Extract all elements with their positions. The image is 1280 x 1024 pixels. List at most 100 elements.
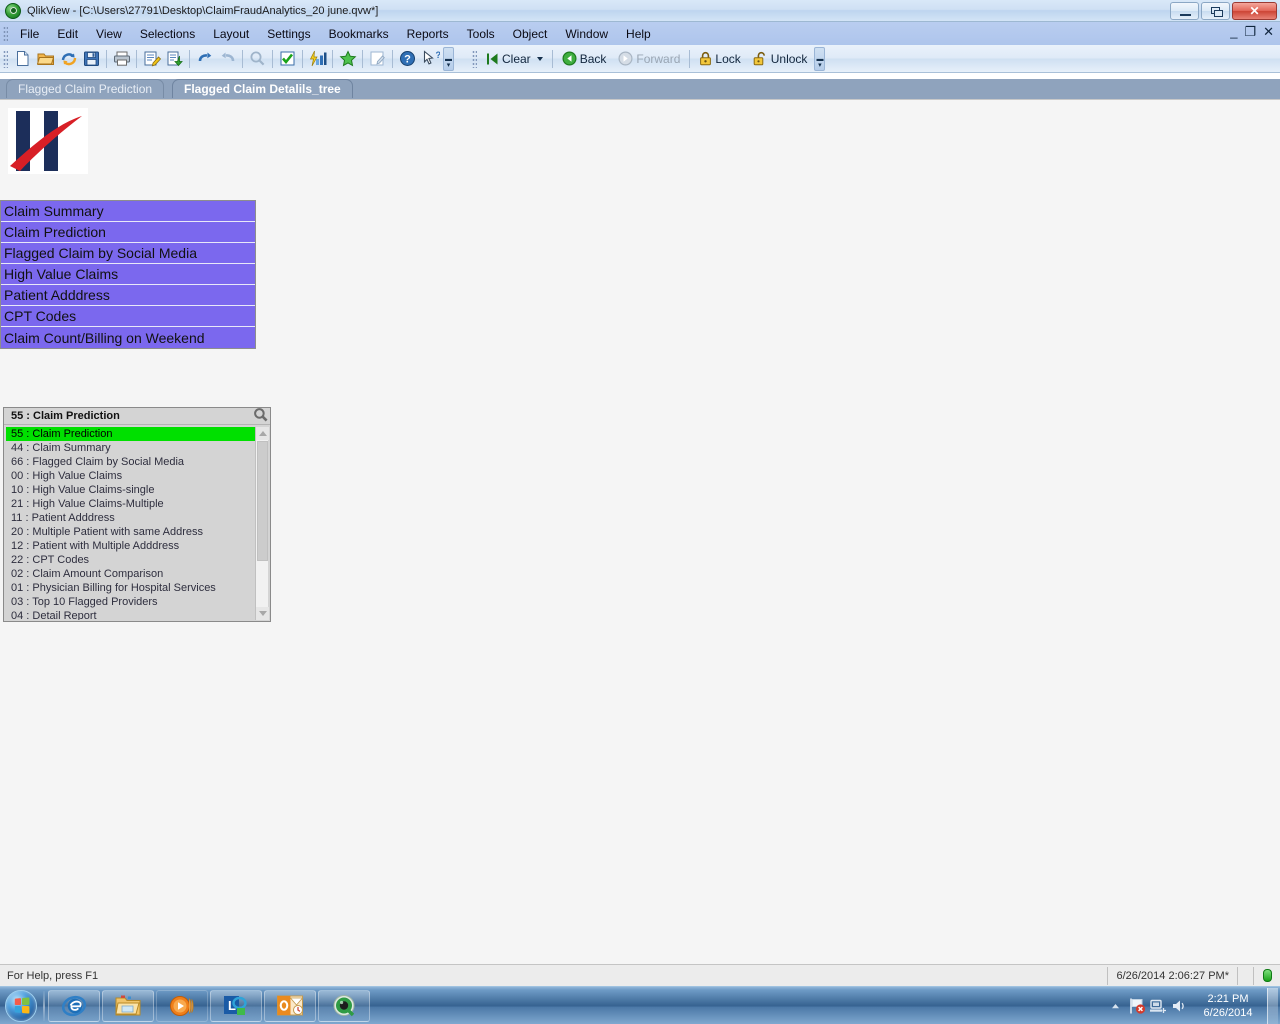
window-title: QlikView - [C:\Users\27791\Desktop\Claim… [27,4,379,17]
taskbar-file-explorer-icon[interactable] [102,989,154,1022]
mdi-close-button[interactable]: ✕ [1263,25,1274,39]
scroll-up-arrow-icon[interactable] [256,427,269,440]
status-datetime: 6/26/2014 2:06:27 PM* [1107,966,1238,985]
tab-flagged-claim-prediction[interactable]: Flagged Claim Prediction [6,79,165,98]
clear-button[interactable]: Clear [480,47,549,70]
lock-label: Lock [715,51,741,66]
menu-tools[interactable]: Tools [458,24,504,44]
nav-button-flagged-claim-by-social-media[interactable]: Flagged Claim by Social Media [1,243,255,264]
menu-window[interactable]: Window [556,24,617,44]
list-item-label: 03 : Top 10 Flagged Providers [11,596,158,608]
list-item[interactable]: 00 : High Value Claims [6,469,257,483]
toolbar-overflow-button[interactable]: ▬ ▾ [443,46,454,71]
nav-button-cpt-codes[interactable]: CPT Codes [1,306,255,327]
list-item[interactable]: 04 : Detail Report [6,609,257,620]
mdi-minimize-button[interactable]: _ [1230,25,1237,39]
list-item-label: 20 : Multiple Patient with same Address [11,526,203,538]
redo-icon[interactable] [216,47,239,70]
help-icon[interactable]: ? [396,47,419,70]
reload-icon[interactable] [57,47,80,70]
list-item[interactable]: 66 : Flagged Claim by Social Media [6,455,257,469]
clear-label: Clear [502,51,531,66]
navigation-toolbar-overflow-button[interactable]: ▬ ▾ [814,46,826,71]
menu-edit[interactable]: Edit [48,24,87,44]
nav-button-claim-summary[interactable]: Claim Summary [1,201,255,222]
menu-layout[interactable]: Layout [204,24,258,44]
list-item-label: 21 : High Value Claims-Multiple [11,498,164,510]
nav-button-label: Claim Count/Billing on Weekend [4,329,205,346]
restore-button[interactable] [1201,2,1230,20]
list-item[interactable]: 11 : Patient Adddress [6,511,257,525]
clear-dropdown-caret-icon[interactable] [536,56,543,61]
network-icon[interactable] [1147,987,1168,1024]
list-item[interactable]: 20 : Multiple Patient with same Address [6,525,257,539]
print-icon[interactable] [110,47,133,70]
scrollbar-thumb[interactable] [257,441,268,561]
nav-button-label: Patient Adddress [4,287,110,303]
menu-file[interactable]: File [11,24,48,44]
start-button[interactable] [1,988,41,1024]
taskbar-outlook-icon[interactable] [264,989,316,1022]
open-document-icon[interactable] [34,47,57,70]
nav-button-patient-address[interactable]: Patient Adddress [1,285,255,306]
menu-bookmarks[interactable]: Bookmarks [320,24,398,44]
sheet-workspace: Claim Summary Claim Prediction Flagged C… [0,99,1280,964]
bookmark-star-icon[interactable] [336,47,359,70]
new-document-icon[interactable] [11,47,34,70]
list-item[interactable]: 03 : Top 10 Flagged Providers [6,595,257,609]
list-item[interactable]: 55 : Claim Prediction [6,427,257,441]
scroll-down-arrow-icon[interactable] [256,607,269,620]
quick-chart-icon[interactable] [306,47,329,70]
lock-button[interactable]: Lock [693,47,746,70]
listbox-caption-label: 55 : Claim Prediction [11,410,120,422]
tab-flagged-claim-details-tree[interactable]: Flagged Claim Detalils_tree [172,79,353,98]
list-item[interactable]: 22 : CPT Codes [6,553,257,567]
qlikview-application-window: QlikView - [C:\Users\27791\Desktop\Claim… [0,0,1280,1024]
menu-grip-icon [3,26,8,41]
list-item[interactable]: 44 : Claim Summary [6,441,257,455]
show-hidden-icons-icon[interactable] [1105,987,1126,1024]
reload-data-icon[interactable] [163,47,186,70]
taskbar-media-player-icon[interactable] [156,989,208,1022]
taskbar-qlikview-icon[interactable] [318,989,370,1022]
menu-object[interactable]: Object [504,24,557,44]
unlock-button[interactable]: Unlock [747,47,814,70]
menu-reports[interactable]: Reports [398,24,458,44]
edit-sheet-icon[interactable] [366,47,389,70]
listbox-scrollbar[interactable] [255,427,269,620]
menu-view[interactable]: View [87,24,131,44]
nav-button-high-value-claims[interactable]: High Value Claims [1,264,255,285]
back-button[interactable]: Back [556,47,613,70]
save-icon[interactable] [80,47,103,70]
volume-icon[interactable] [1168,987,1189,1024]
current-selections-icon[interactable] [276,47,299,70]
search-icon[interactable] [253,407,268,425]
clock-time: 2:21 PM [1207,993,1249,1005]
close-button[interactable]: ✕ [1232,2,1277,20]
nav-button-claim-count-billing-on-weekend[interactable]: Claim Count/Billing on Weekend [1,327,255,348]
search-icon[interactable] [246,47,269,70]
status-resize-pad [1238,966,1254,985]
nav-button-claim-prediction[interactable]: Claim Prediction [1,222,255,243]
list-item[interactable]: 10 : High Value Claims-single [6,483,257,497]
action-center-flag-icon[interactable] [1126,987,1147,1024]
list-item[interactable]: 01 : Physician Billing for Hospital Serv… [6,581,257,595]
menu-settings[interactable]: Settings [258,24,319,44]
main-toolbar: ? ? ▬▾ Clear Back Forward Lock [0,45,1280,73]
taskbar-clock[interactable]: 2:21 PM 6/26/2014 [1189,987,1267,1024]
list-item[interactable]: 21 : High Value Claims-Multiple [6,497,257,511]
listbox-caption: 55 : Claim Prediction [4,408,270,425]
context-help-icon[interactable]: ? [419,47,442,70]
svg-text:?: ? [404,54,411,66]
undo-icon[interactable] [193,47,216,70]
minimize-button[interactable] [1170,2,1199,20]
list-item[interactable]: 02 : Claim Amount Comparison [6,567,257,581]
mdi-restore-button[interactable]: ❐ [1244,25,1256,39]
edit-script-icon[interactable] [140,47,163,70]
show-desktop-button[interactable] [1267,988,1278,1024]
menu-help[interactable]: Help [617,24,660,44]
menu-selections[interactable]: Selections [131,24,204,44]
taskbar-lync-icon[interactable]: L [210,989,262,1022]
list-item[interactable]: 12 : Patient with Multiple Adddress [6,539,257,553]
taskbar-internet-explorer-icon[interactable] [48,989,100,1022]
